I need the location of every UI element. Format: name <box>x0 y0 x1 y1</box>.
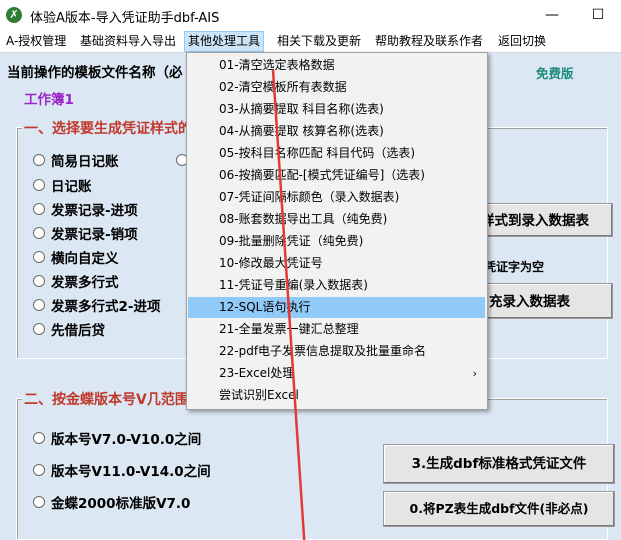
generate-dbf-voucher-button[interactable]: 3.生成dbf标准格式凭证文件 <box>383 444 615 484</box>
app-logo-icon: ✗ <box>6 7 22 23</box>
radio-simple-journal-label: 简易日记账 <box>51 154 119 170</box>
radio-invoice-multiline[interactable] <box>33 275 45 287</box>
radio-invoice-multiline2[interactable] <box>33 299 45 311</box>
radio-version-11-14[interactable] <box>33 464 45 476</box>
radio-invoice-multiline-label: 发票多行式 <box>51 275 119 291</box>
menu-item-excel-processing-label: 23-Excel处理 <box>219 366 295 380</box>
menu-base-data-io[interactable]: 基础资料导入导出 <box>77 31 179 52</box>
menu-item-match-voucher-no[interactable]: 06-按摘要匹配-[模式凭证编号]（选表) <box>188 165 485 186</box>
menu-item-invoice-summary[interactable]: 21-全量发票一键汇总整理 <box>188 319 485 340</box>
radio-version-7-10-label: 版本号V7.0-V10.0之间 <box>51 432 202 448</box>
radio-simple-journal[interactable] <box>33 154 45 166</box>
menu-item-max-voucher-no[interactable]: 10-修改最大凭证号 <box>188 253 485 274</box>
radio-kingdee-2000-label: 金蝶2000标准版V7.0 <box>51 496 191 512</box>
free-version-badge: 免费版 <box>536 66 574 81</box>
section2-title: 二、按金蝶版本号V几范围 <box>22 389 191 409</box>
menu-license[interactable]: A-授权管理 <box>3 31 69 52</box>
radio-version-11-14-label: 版本号V11.0-V14.0之间 <box>51 464 211 480</box>
maximize-button[interactable]: ☐ <box>575 0 621 31</box>
radio-horizontal-custom[interactable] <box>33 251 45 263</box>
radio-horizontal-custom-label: 横向自定义 <box>51 251 119 267</box>
radio-debit-first-label: 先借后贷 <box>51 323 105 339</box>
radio-journal-label: 日记账 <box>51 179 92 195</box>
other-tools-dropdown: 01-清空选定表格数据 02-清空模板所有表数据 03-从摘要提取 科目名称(选… <box>186 52 488 410</box>
title-bar: ✗ 体验A版本-导入凭证助手dbf-AIS — ☐ <box>0 0 621 31</box>
radio-invoice-output-label: 发票记录-销项 <box>51 227 138 243</box>
radio-version-7-10[interactable] <box>33 432 45 444</box>
menu-item-match-subject-code[interactable]: 05-按科目名称匹配 科目代码（选表) <box>188 143 485 164</box>
template-file-label: 当前操作的模板文件名称（必 <box>7 65 183 81</box>
menu-item-try-recognize-excel[interactable]: 尝试识别Excel <box>188 385 485 406</box>
workbook-name: 工作簿1 <box>24 92 74 108</box>
menu-item-batch-delete[interactable]: 09-批量删除凭证（纯免费) <box>188 231 485 252</box>
pz-to-dbf-button[interactable]: 0.将PZ表生成dbf文件(非必点) <box>383 491 615 527</box>
menu-item-voucher-color[interactable]: 07-凭证间隔标颜色（录入数据表) <box>188 187 485 208</box>
menu-item-extract-subject[interactable]: 03-从摘要提取 科目名称(选表) <box>188 99 485 120</box>
radio-debit-first[interactable] <box>33 323 45 335</box>
menu-other-tools[interactable]: 其他处理工具 <box>184 31 265 52</box>
radio-invoice-multiline2-label: 发票多行式2-进项 <box>51 299 161 315</box>
menu-bar: A-授权管理 基础资料导入导出 其他处理工具 相关下载及更新 帮助教程及联系作者… <box>0 31 621 53</box>
menu-item-pdf-invoice[interactable]: 22-pdf电子发票信息提取及批量重命名 <box>188 341 485 362</box>
menu-downloads-updates[interactable]: 相关下载及更新 <box>274 31 364 52</box>
voucher-empty-note: 凭证字为空 <box>484 260 545 274</box>
section1-title: 一、选择要生成凭证样式的 <box>22 118 194 138</box>
menu-item-renumber[interactable]: 11-凭证号重编(录入数据表) <box>188 275 485 296</box>
menu-item-export-tool[interactable]: 08-账套数据导出工具（纯免费) <box>188 209 485 230</box>
menu-item-extract-accounting[interactable]: 04-从摘要提取 核算名称(选表) <box>188 121 485 142</box>
radio-invoice-input-label: 发票记录-进项 <box>51 203 138 219</box>
radio-journal[interactable] <box>33 179 45 191</box>
radio-invoice-output[interactable] <box>33 227 45 239</box>
window-title: 体验A版本-导入凭证助手dbf-AIS <box>30 11 220 26</box>
menu-item-excel-processing[interactable]: 23-Excel处理 › <box>188 363 485 384</box>
menu-help-contact[interactable]: 帮助教程及联系作者 <box>372 31 486 52</box>
radio-kingdee-2000[interactable] <box>33 496 45 508</box>
menu-item-clear-selected[interactable]: 01-清空选定表格数据 <box>188 55 485 76</box>
menu-item-sql-exec[interactable]: 12-SQL语句执行 <box>188 297 485 318</box>
menu-item-clear-all[interactable]: 02-清空模板所有表数据 <box>188 77 485 98</box>
radio-invoice-input[interactable] <box>33 203 45 215</box>
minimize-button[interactable]: — <box>529 0 575 31</box>
submenu-arrow-icon: › <box>472 367 477 380</box>
menu-return-switch[interactable]: 返回切换 <box>495 31 549 52</box>
